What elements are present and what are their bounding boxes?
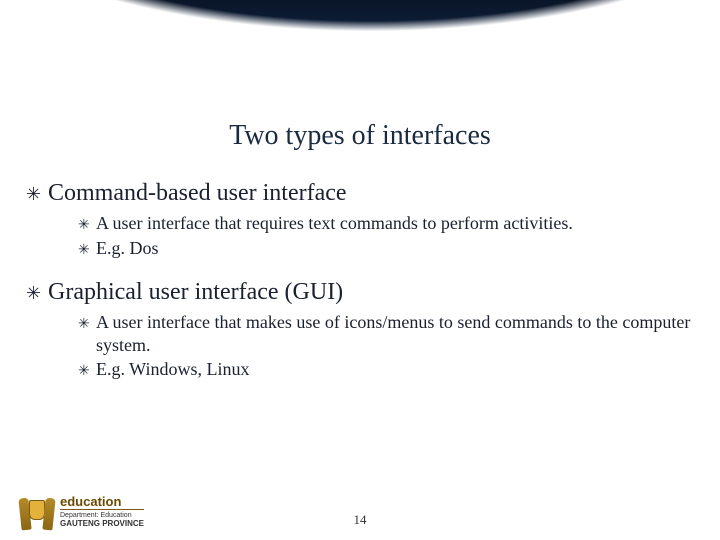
list-item: ✳ Command-based user interface <box>26 178 694 208</box>
list-item: ✳ E.g. Windows, Linux <box>78 358 694 381</box>
logo-text: education Department: Education GAUTENG … <box>60 495 144 528</box>
list-item-text: A user interface that requires text comm… <box>96 212 573 235</box>
bullet-icon: ✳ <box>78 363 96 380</box>
list-item-text: A user interface that makes use of icons… <box>96 311 694 356</box>
list-item-text: E.g. Dos <box>96 237 159 260</box>
list-item: ✳ A user interface that requires text co… <box>78 212 694 235</box>
logo-line-1: education <box>60 495 144 510</box>
bullet-icon: ✳ <box>78 217 96 234</box>
list-item-text: Graphical user interface (GUI) <box>48 277 343 307</box>
list-item-text: E.g. Windows, Linux <box>96 358 249 381</box>
slide: The O/S provides a user interface Two ty… <box>0 0 720 540</box>
list-item: ✳ E.g. Dos <box>78 237 694 260</box>
logo-line-2: Department: Education <box>60 512 144 519</box>
list-item: ✳ Graphical user interface (GUI) <box>26 277 694 307</box>
slide-subtitle: Two types of interfaces <box>0 120 720 152</box>
slide-footer: education Department: Education GAUTENG … <box>0 492 720 530</box>
slide-body: ✳ Command-based user interface ✳ A user … <box>0 152 720 540</box>
footer-logo: education Department: Education GAUTENG … <box>20 492 144 530</box>
bullet-icon: ✳ <box>26 184 48 205</box>
sub-list: ✳ A user interface that requires text co… <box>78 212 694 259</box>
bullet-icon: ✳ <box>78 242 96 259</box>
slide-title: The O/S provides a user interface <box>0 0 720 66</box>
sub-list: ✳ A user interface that makes use of ico… <box>78 311 694 381</box>
logo-line-3: GAUTENG PROVINCE <box>60 520 144 528</box>
crest-icon <box>20 492 54 530</box>
list-item-text: Command-based user interface <box>48 178 347 208</box>
bullet-icon: ✳ <box>26 283 48 304</box>
list-item: ✳ A user interface that makes use of ico… <box>78 311 694 356</box>
bullet-icon: ✳ <box>78 316 96 333</box>
